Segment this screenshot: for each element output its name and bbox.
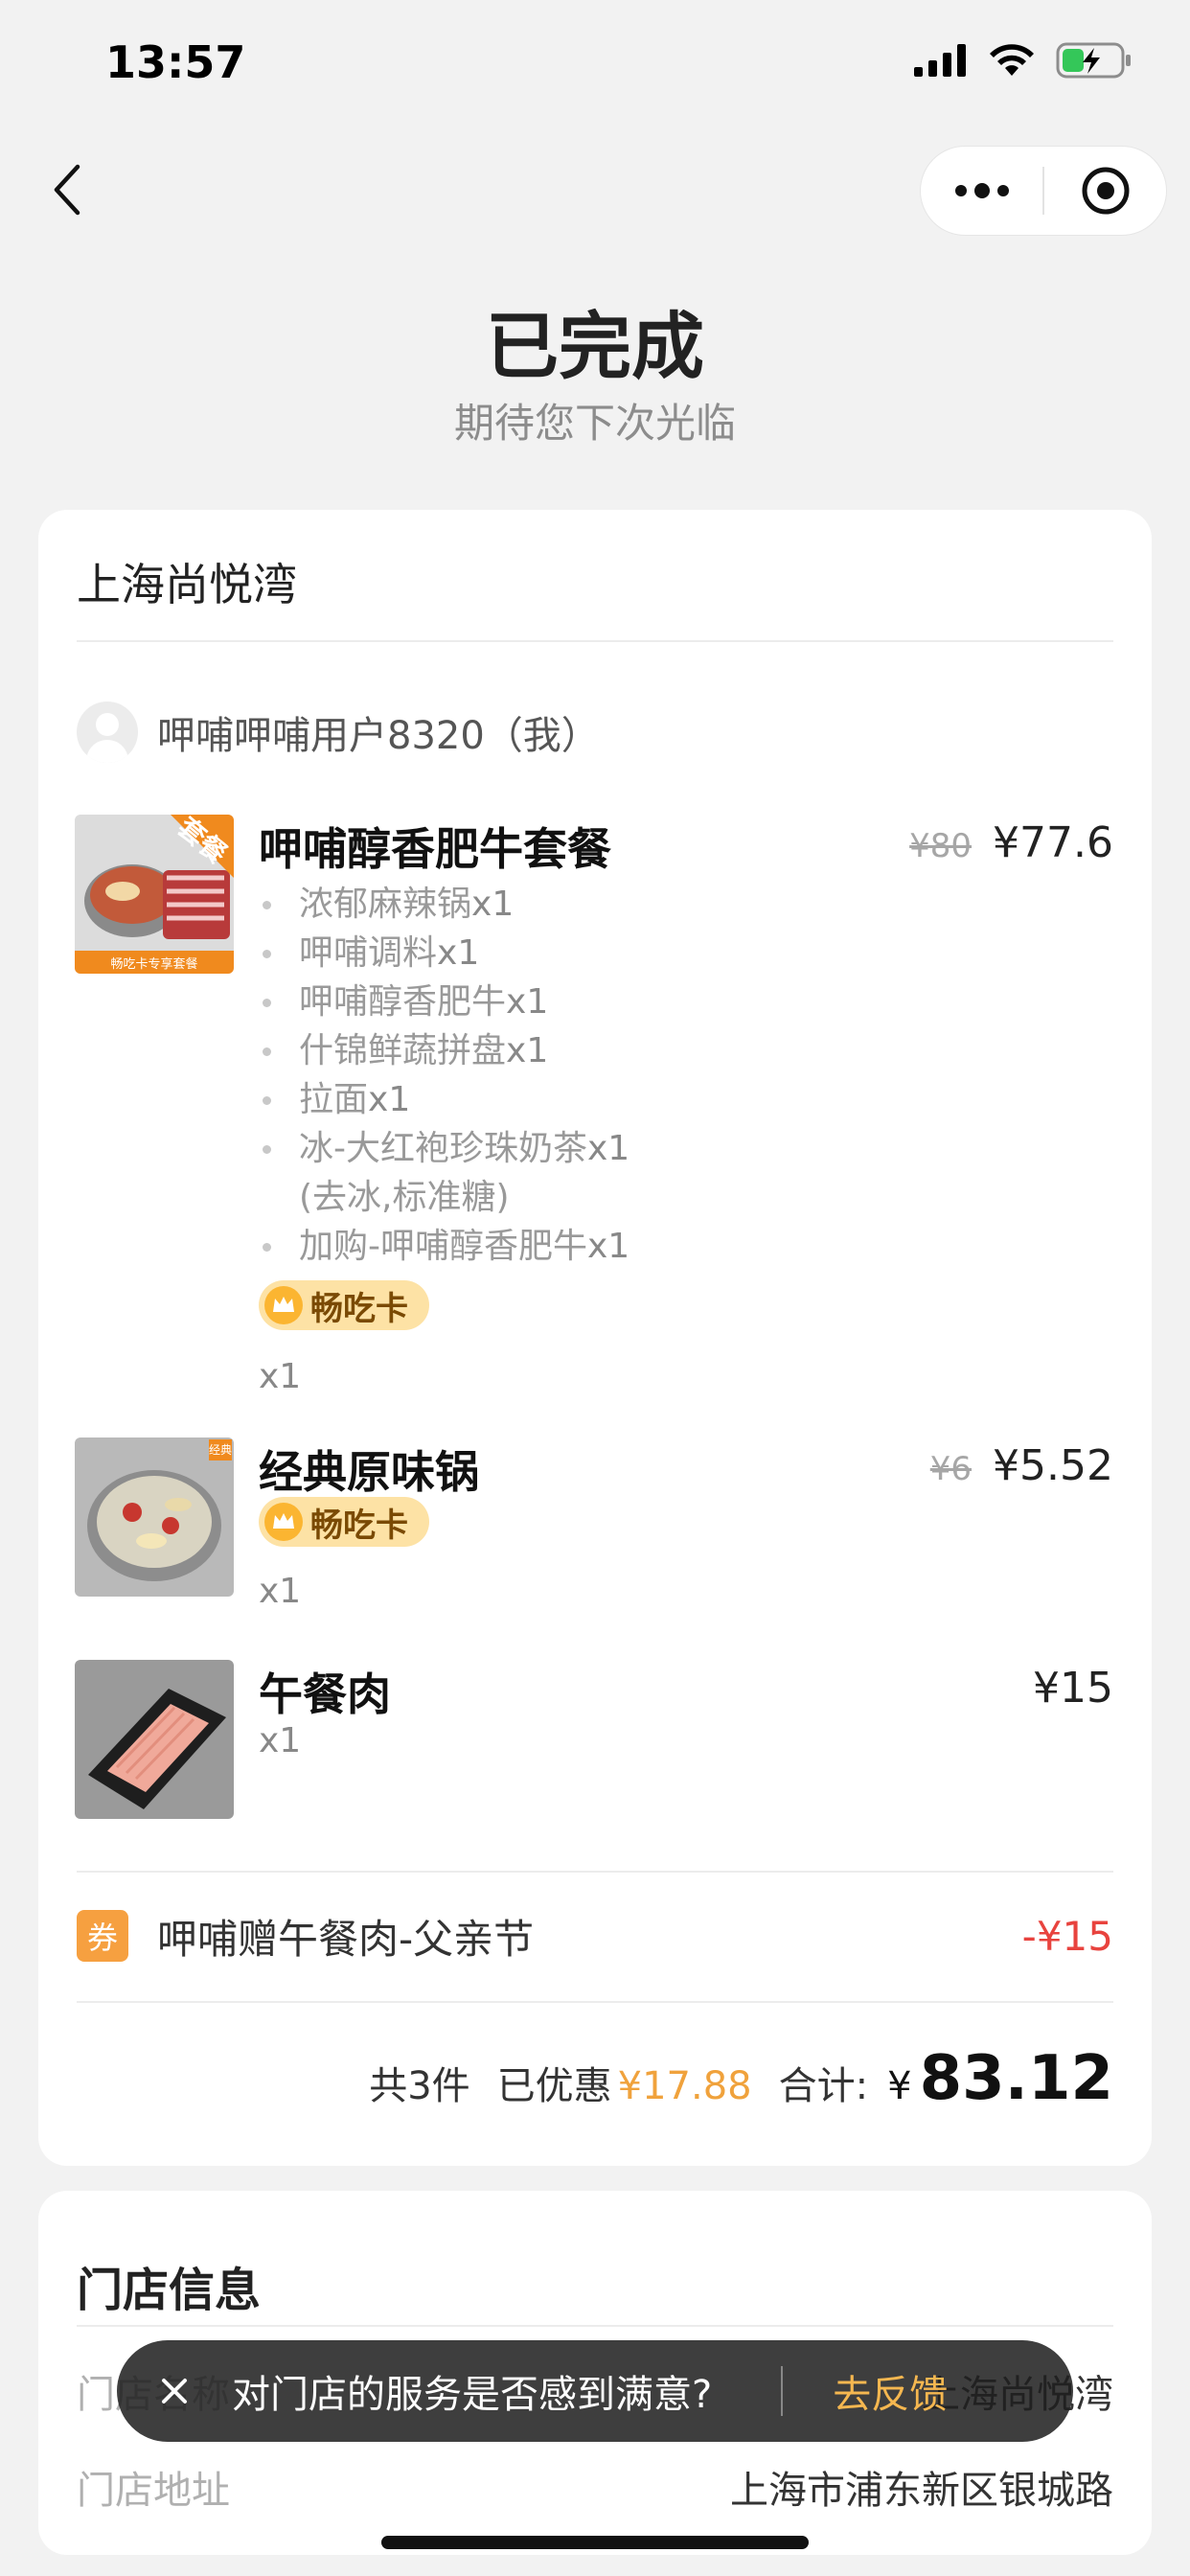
list-item-note: (去冰,标准糖) bbox=[299, 1178, 510, 1217]
total-label: 合计: bbox=[778, 2064, 869, 2108]
close-icon bbox=[162, 2379, 187, 2404]
item-current-price: ¥5.52 bbox=[993, 1441, 1113, 1490]
close-mini-program-button[interactable] bbox=[1044, 147, 1166, 235]
store-name: 上海尚悦湾 bbox=[77, 559, 297, 610]
feedback-button[interactable]: 去反馈 bbox=[833, 2363, 948, 2419]
order-status-subtitle: 期待您下次光临 bbox=[453, 400, 736, 447]
status-bar: 13:57 bbox=[0, 0, 1190, 134]
item-quantity: x1 bbox=[259, 1357, 302, 1396]
home-indicator bbox=[381, 2536, 809, 2549]
divider bbox=[77, 640, 1113, 642]
item-image-pot: 经典 bbox=[75, 1438, 234, 1597]
store-address-value: 上海市浦东新区银城路 bbox=[730, 2469, 1113, 2513]
set-meal-contents: 浓郁麻辣锅x1 呷哺调料x1 呷哺醇香肥牛x1 什锦鲜蔬拼盘x1 拉面x1 冰-… bbox=[259, 880, 629, 1271]
mini-program-capsule bbox=[920, 146, 1167, 236]
toast-message: 对门店的服务是否感到满意? bbox=[232, 2373, 713, 2417]
discount-label: 已优惠 bbox=[496, 2064, 612, 2108]
item-quantity: x1 bbox=[259, 1572, 302, 1611]
more-dots-icon bbox=[954, 183, 1009, 198]
target-circle-icon bbox=[1082, 167, 1129, 215]
membership-badge: 畅吃卡 bbox=[259, 1497, 429, 1547]
more-options-button[interactable] bbox=[921, 147, 1042, 235]
currency-symbol: ¥ bbox=[887, 2064, 912, 2108]
list-item: 拉面x1 bbox=[259, 1075, 629, 1124]
order-item[interactable]: 午餐肉 ¥15 x1 bbox=[75, 1660, 1113, 1819]
item-current-price: ¥15 bbox=[1033, 1664, 1113, 1713]
toast-divider bbox=[781, 2366, 784, 2416]
item-current-price: ¥77.6 bbox=[993, 818, 1113, 867]
order-summary: 共3件 已优惠 ¥17.88 合计: ¥ 83.12 bbox=[369, 2043, 1113, 2114]
item-count: 共3件 bbox=[369, 2064, 470, 2108]
toast-close-button[interactable] bbox=[117, 2340, 232, 2442]
item-image-caption: 畅吃卡专享套餐 bbox=[110, 957, 198, 972]
order-item[interactable]: 套餐 畅吃卡专享套餐 呷哺醇香肥牛套餐 ¥80 ¥77.6 浓郁麻辣锅x1 呷哺… bbox=[75, 815, 1113, 1409]
item-image-set-meal: 套餐 畅吃卡专享套餐 bbox=[75, 815, 234, 974]
list-item: 什锦鲜蔬拼盘x1 bbox=[259, 1026, 629, 1075]
item-original-price: ¥80 bbox=[909, 827, 973, 865]
order-status-title: 已完成 bbox=[486, 304, 704, 389]
item-quantity: x1 bbox=[259, 1721, 302, 1760]
item-name: 经典原味锅 bbox=[259, 1446, 479, 1498]
item-image-luncheon-meat bbox=[75, 1660, 234, 1819]
membership-badge: 畅吃卡 bbox=[259, 1280, 429, 1330]
battery-charging-icon bbox=[1056, 42, 1131, 79]
item-price: ¥80 ¥77.6 bbox=[909, 818, 1113, 867]
list-item: 浓郁麻辣锅x1 bbox=[259, 880, 629, 929]
user-name: 呷哺呷哺用户8320（我） bbox=[157, 714, 600, 758]
item-image-tag: 经典 bbox=[208, 1443, 232, 1457]
back-button[interactable] bbox=[38, 151, 96, 228]
chevron-left-icon bbox=[54, 164, 80, 216]
coupon-row: 券 呷哺赠午餐肉-父亲节 -¥15 bbox=[77, 1898, 1113, 1974]
cellular-signal-icon bbox=[914, 44, 966, 77]
divider bbox=[77, 2001, 1113, 2003]
divider bbox=[77, 1871, 1113, 1873]
list-item: 呷哺醇香肥牛x1 bbox=[259, 978, 629, 1026]
avatar bbox=[77, 702, 138, 763]
item-price: ¥15 bbox=[1033, 1664, 1113, 1713]
list-item: 加购-呷哺醇香肥牛x1 bbox=[259, 1222, 629, 1271]
store-address-label: 门店地址 bbox=[77, 2469, 230, 2513]
user-row: 呷哺呷哺用户8320（我） bbox=[77, 702, 600, 763]
list-item: 呷哺调料x1 bbox=[259, 929, 629, 978]
feedback-toast: 对门店的服务是否感到满意? 去反馈 bbox=[117, 2340, 1073, 2442]
store-address-row[interactable]: 门店地址 上海市浦东新区银城路 bbox=[77, 2459, 1113, 2515]
store-info-title: 门店信息 bbox=[77, 2264, 262, 2317]
wifi-icon bbox=[990, 44, 1034, 76]
crown-icon bbox=[264, 1503, 303, 1541]
status-time: 13:57 bbox=[105, 36, 246, 88]
order-item[interactable]: 经典 经典原味锅 ¥6 ¥5.52 畅吃卡 x1 bbox=[75, 1438, 1113, 1611]
discount-amount: ¥17.88 bbox=[617, 2064, 752, 2108]
divider bbox=[77, 2325, 1113, 2327]
item-name: 呷哺醇香肥牛套餐 bbox=[259, 823, 611, 875]
list-item: 冰-大红袍珍珠奶茶x1 bbox=[259, 1124, 629, 1173]
item-name: 午餐肉 bbox=[259, 1668, 391, 1720]
coupon-amount: -¥15 bbox=[1021, 1912, 1113, 1960]
coupon-icon: 券 bbox=[77, 1910, 128, 1962]
item-price: ¥6 ¥5.52 bbox=[930, 1441, 1113, 1490]
item-original-price: ¥6 bbox=[929, 1450, 973, 1488]
total-amount: 83.12 bbox=[919, 2043, 1113, 2114]
coupon-label: 呷哺赠午餐肉-父亲节 bbox=[157, 1915, 535, 1963]
status-icons bbox=[914, 42, 1133, 79]
order-card: 上海尚悦湾 呷哺呷哺用户8320（我） 套餐 畅吃卡专享套餐 呷哺醇香肥牛套餐 … bbox=[38, 510, 1152, 2166]
crown-icon bbox=[264, 1286, 303, 1324]
